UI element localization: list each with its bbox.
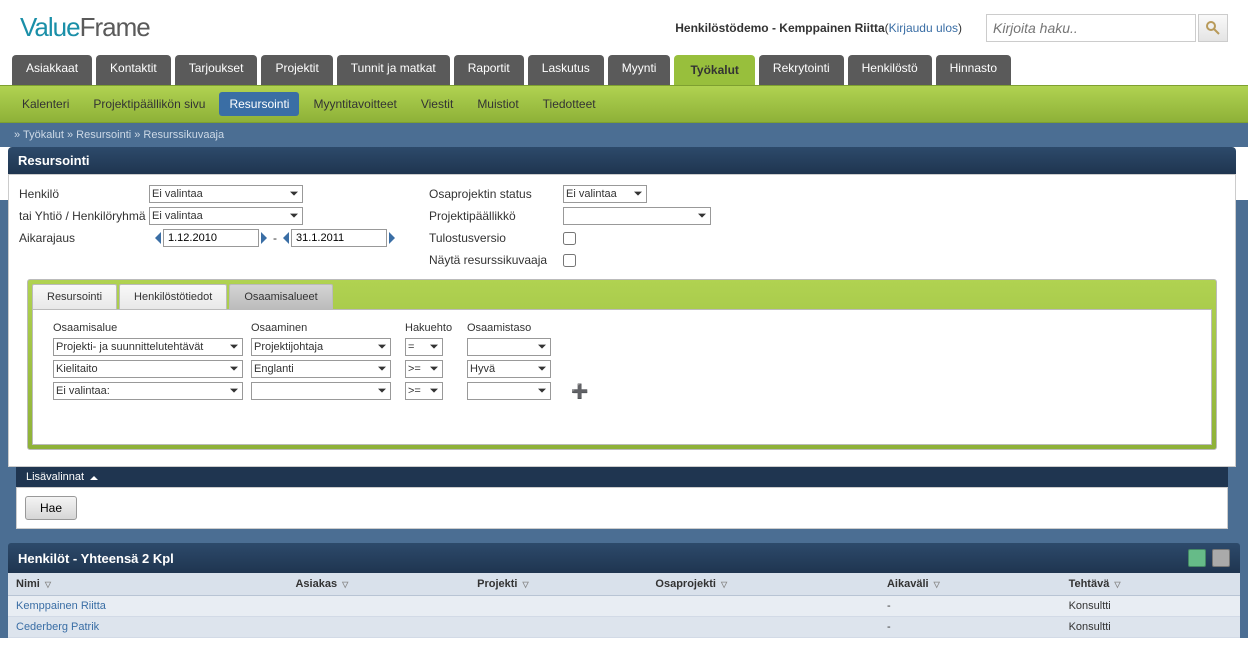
logo: ValueFrame: [20, 12, 150, 43]
criteria-row: Projekti- ja suunnittelutehtävät Projekti…: [53, 338, 1191, 356]
osaamisalue-select[interactable]: Kielitaito: [53, 360, 243, 378]
criteria-row: Kielitaito Englanti >= Hyvä: [53, 360, 1191, 378]
subnav-muistiot[interactable]: Muistiot: [467, 92, 528, 116]
col-header: Hakuehto: [405, 322, 463, 334]
nav-tab-työkalut[interactable]: Työkalut: [674, 55, 754, 85]
nav-tab-tunnit-ja-matkat[interactable]: Tunnit ja matkat: [337, 55, 450, 85]
caret-up-icon: [90, 472, 98, 480]
filter-label: Henkilö: [19, 187, 149, 201]
results-title: Henkilöt - Yhteensä 2 Kpl: [18, 551, 174, 566]
osaamisalue-select[interactable]: Projekti- ja suunnittelutehtävät: [53, 338, 243, 356]
lisavalinnat-toggle[interactable]: Lisävalinnat: [16, 467, 1228, 487]
henkilo-select[interactable]: Ei valintaa: [149, 185, 303, 203]
subnav-tiedotteet[interactable]: Tiedotteet: [533, 92, 606, 116]
nav-tab-henkilöstö[interactable]: Henkilöstö: [848, 55, 932, 85]
sort-icon: ▽: [721, 580, 727, 589]
col-osaprojekti[interactable]: Osaprojekti ▽: [647, 573, 879, 596]
table-row: Cederberg Patrik-Konsultti: [8, 617, 1240, 638]
hakuehto-select[interactable]: >=: [405, 360, 443, 378]
breadcrumb: » Työkalut » Resursointi » Resurssikuvaa…: [0, 123, 1248, 147]
osaamistaso-select[interactable]: [467, 338, 551, 356]
subnav-viestit[interactable]: Viestit: [411, 92, 463, 116]
results-table: Nimi ▽Asiakas ▽Projekti ▽Osaprojekti ▽Ai…: [8, 573, 1240, 638]
search-input[interactable]: [986, 14, 1196, 42]
nav-tab-asiakkaat[interactable]: Asiakkaat: [12, 55, 92, 85]
subnav-myyntitavoitteet[interactable]: Myyntitavoitteet: [303, 92, 406, 116]
yhtio-select[interactable]: Ei valintaa: [149, 207, 303, 225]
nav-tab-hinnasto[interactable]: Hinnasto: [936, 55, 1011, 85]
tab-osaamisalueet[interactable]: Osaamisalueet: [229, 284, 332, 309]
person-link[interactable]: Cederberg Patrik: [16, 621, 99, 633]
user-info: Henkilöstödemo - Kemppainen Riitta(Kirja…: [675, 21, 962, 35]
table-row: Kemppainen Riitta-Konsultti: [8, 596, 1240, 617]
osaamisalue-select[interactable]: Ei valintaa:: [53, 382, 243, 400]
col-header: Osaamisalue: [53, 322, 247, 334]
main-nav: AsiakkaatKontaktitTarjouksetProjektitTun…: [0, 55, 1248, 85]
tab-henkilöstötiedot[interactable]: Henkilöstötiedot: [119, 284, 227, 309]
subnav-resursointi[interactable]: Resursointi: [219, 92, 299, 116]
nav-tab-projektit[interactable]: Projektit: [261, 55, 332, 85]
col-projekti[interactable]: Projekti ▽: [469, 573, 647, 596]
sort-icon: ▽: [45, 580, 51, 589]
print-icon[interactable]: [1212, 549, 1230, 567]
col-aikaväli[interactable]: Aikaväli ▽: [879, 573, 1061, 596]
sort-icon: ▽: [934, 580, 940, 589]
osaprojekti-status-select[interactable]: Ei valintaa: [563, 185, 647, 203]
filter-label: Projektipäällikkö: [429, 209, 563, 223]
osaamistaso-select[interactable]: [467, 382, 551, 400]
filter-label: Tulostusversio: [429, 231, 563, 245]
hae-button[interactable]: Hae: [25, 496, 77, 520]
nav-tab-tarjoukset[interactable]: Tarjoukset: [175, 55, 258, 85]
criteria-row: Ei valintaa: >= ➕: [53, 382, 1191, 400]
excel-export-icon[interactable]: [1188, 549, 1206, 567]
col-tehtävä[interactable]: Tehtävä ▽: [1061, 573, 1240, 596]
date-to-input[interactable]: [291, 229, 387, 247]
sort-icon: ▽: [1114, 580, 1120, 589]
osaaminen-select[interactable]: [251, 382, 391, 400]
sort-icon: ▽: [523, 580, 529, 589]
date-prev-icon[interactable]: [149, 232, 161, 244]
col-header: Osaamistaso: [467, 322, 567, 334]
date-next-icon[interactable]: [261, 232, 273, 244]
nav-tab-laskutus[interactable]: Laskutus: [528, 55, 604, 85]
col-asiakas[interactable]: Asiakas ▽: [287, 573, 469, 596]
panel-title: Resursointi: [8, 147, 1236, 174]
col-nimi[interactable]: Nimi ▽: [8, 573, 287, 596]
demo-label: Henkilöstödemo - Kemppainen Riitta: [675, 21, 884, 35]
nav-tab-raportit[interactable]: Raportit: [454, 55, 524, 85]
subnav-kalenteri[interactable]: Kalenteri: [12, 92, 79, 116]
osaaminen-select[interactable]: Englanti: [251, 360, 391, 378]
nayta-resurssikuvaaja-checkbox[interactable]: [563, 254, 576, 267]
filter-label: tai Yhtiö / Henkilöryhmä: [19, 209, 149, 223]
hakuehto-select[interactable]: =: [405, 338, 443, 356]
person-link[interactable]: Kemppainen Riitta: [16, 600, 106, 612]
date-prev-icon[interactable]: [277, 232, 289, 244]
tab-resursointi[interactable]: Resursointi: [32, 284, 117, 309]
search-icon: [1205, 20, 1221, 36]
nav-tab-kontaktit[interactable]: Kontaktit: [96, 55, 171, 85]
sub-nav: KalenteriProjektipäällikön sivuResursoin…: [0, 85, 1248, 123]
filter-label: Aikarajaus: [19, 231, 149, 245]
hakuehto-select[interactable]: >=: [405, 382, 443, 400]
add-row-icon[interactable]: ➕: [571, 383, 611, 400]
search-button[interactable]: [1198, 14, 1228, 42]
filter-label: Osaprojektin status: [429, 187, 563, 201]
sort-icon: ▽: [342, 580, 348, 589]
tulostusversio-checkbox[interactable]: [563, 232, 576, 245]
nav-tab-myynti[interactable]: Myynti: [608, 55, 671, 85]
osaaminen-select[interactable]: Projektijohtaja: [251, 338, 391, 356]
date-from-input[interactable]: [163, 229, 259, 247]
filter-label: Näytä resurssikuvaaja: [429, 253, 563, 267]
projektipaallikko-select[interactable]: [563, 207, 711, 225]
subnav-projektipäällikön-sivu[interactable]: Projektipäällikön sivu: [83, 92, 215, 116]
col-header: Osaaminen: [251, 322, 401, 334]
osaamistaso-select[interactable]: Hyvä: [467, 360, 551, 378]
date-next-icon[interactable]: [389, 232, 401, 244]
logout-link[interactable]: Kirjaudu ulos: [889, 21, 958, 35]
nav-tab-rekrytointi[interactable]: Rekrytointi: [759, 55, 844, 85]
